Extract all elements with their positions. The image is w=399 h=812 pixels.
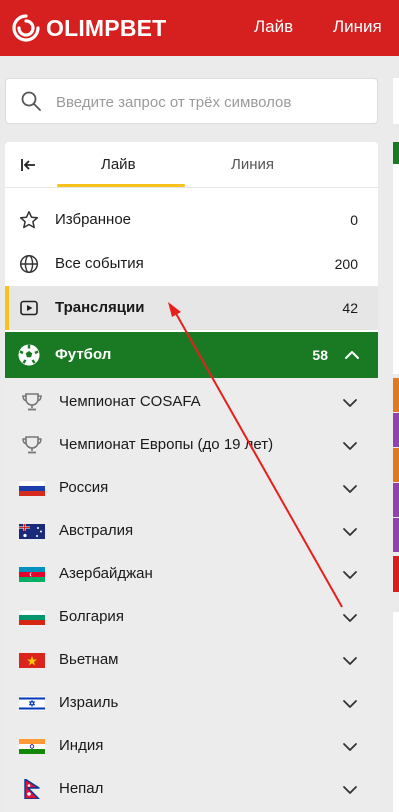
active-tab-indicator [57, 184, 185, 187]
soccer-ball-icon [18, 344, 40, 366]
flag-israel-icon [19, 695, 45, 712]
championship-label: Азербайджан [59, 565, 153, 582]
championship-label: Чемпионат COSAFA [59, 393, 201, 410]
flag-bulgaria-icon [19, 609, 45, 625]
flag-australia-icon [19, 524, 45, 539]
collapse-sidebar-icon[interactable] [20, 156, 38, 174]
championship-label: Болгария [59, 608, 124, 625]
chevron-down-icon[interactable] [342, 739, 358, 755]
chevron-down-icon[interactable] [342, 567, 358, 583]
sport-label: Футбол [55, 346, 112, 363]
menu-item-all-events[interactable]: Все события 200 [5, 242, 378, 286]
chevron-down-icon[interactable] [342, 610, 358, 626]
championship-item[interactable]: Болгария [5, 596, 378, 639]
tabs-bar: Лайв Линия [5, 142, 378, 188]
championship-item[interactable]: Чемпионат COSAFA [5, 381, 378, 424]
menu-item-broadcasts[interactable]: Трансляции 42 [5, 286, 378, 330]
championship-label: Россия [59, 479, 109, 496]
championship-item[interactable]: Израиль [5, 682, 378, 725]
flag-vietnam-icon [19, 653, 45, 668]
right-edge-segment [393, 483, 399, 517]
nav-live[interactable]: Лайв [254, 17, 293, 37]
tab-line[interactable]: Линия [231, 156, 274, 174]
championship-item[interactable]: Австралия [5, 510, 378, 553]
flag-russia-icon [19, 480, 45, 496]
olimpbet-logo-icon[interactable] [12, 14, 40, 42]
championship-list: Чемпионат COSAFA Чемпионат Европы (до 19… [5, 378, 378, 812]
flag-nepal-icon [24, 779, 40, 799]
chevron-down-icon[interactable] [342, 782, 358, 798]
menu-item-label: Избранное [55, 211, 132, 228]
championship-label: Чемпионат Европы (до 19 лет) [59, 436, 274, 453]
championship-label: Индия [59, 737, 104, 754]
search-box[interactable] [5, 78, 378, 124]
chevron-down-icon[interactable] [342, 653, 358, 669]
video-icon [20, 300, 38, 316]
chevron-down-icon[interactable] [342, 524, 358, 540]
globe-icon [19, 254, 39, 274]
right-edge-segment [393, 142, 399, 164]
menu-item-count: 200 [334, 256, 358, 272]
logo-text[interactable]: OLIMPBET [46, 15, 166, 41]
right-edge-segment [393, 556, 399, 592]
nav-line[interactable]: Линия [333, 17, 382, 37]
championship-item[interactable]: Индия [5, 725, 378, 768]
menu-item-label: Трансляции [55, 299, 145, 316]
championship-item[interactable]: Россия [5, 467, 378, 510]
menu-item-label: Все события [55, 255, 144, 272]
flag-azerbaijan-icon [19, 567, 45, 582]
chevron-down-icon[interactable] [342, 395, 358, 411]
chevron-up-icon[interactable] [344, 347, 360, 363]
search-input[interactable] [56, 91, 366, 113]
menu-item-favorites[interactable]: Избранное 0 [5, 198, 378, 242]
chevron-down-icon[interactable] [342, 696, 358, 712]
sport-football[interactable]: Футбол 58 [5, 332, 378, 378]
championship-item[interactable]: Чемпионат Европы (до 19 лет) [5, 424, 378, 467]
championship-label: Вьетнам [59, 651, 119, 668]
top-header: OLIMPBET Лайв Линия [0, 0, 399, 56]
menu-item-count: 42 [342, 300, 358, 316]
right-edge-segment [393, 518, 399, 552]
right-edge-segment [393, 448, 399, 482]
right-edge-segment [393, 413, 399, 447]
championship-label: Непал [59, 780, 104, 797]
star-icon [19, 211, 39, 229]
chevron-down-icon[interactable] [342, 438, 358, 454]
championship-label: Австралия [59, 522, 134, 539]
sport-count: 58 [312, 347, 328, 363]
tab-live[interactable]: Лайв [101, 156, 136, 174]
championship-item[interactable]: Вьетнам [5, 639, 378, 682]
right-edge-segment [393, 612, 399, 812]
championship-item[interactable]: Непал [5, 768, 378, 811]
championship-item[interactable]: Азербайджан [5, 553, 378, 596]
menu-item-count: 0 [350, 212, 358, 228]
right-edge-segment [393, 78, 399, 124]
flag-india-icon [19, 739, 45, 754]
right-edge-segment [393, 164, 399, 374]
search-icon [21, 91, 41, 111]
active-row-accent [5, 286, 9, 330]
championship-label: Израиль [59, 694, 119, 711]
trophy-icon [22, 436, 42, 454]
trophy-icon [22, 393, 42, 411]
sidebar-panel: Лайв Линия Избранное 0 Все события 200 Т… [5, 142, 378, 812]
right-edge-segment [393, 378, 399, 412]
chevron-down-icon[interactable] [342, 481, 358, 497]
